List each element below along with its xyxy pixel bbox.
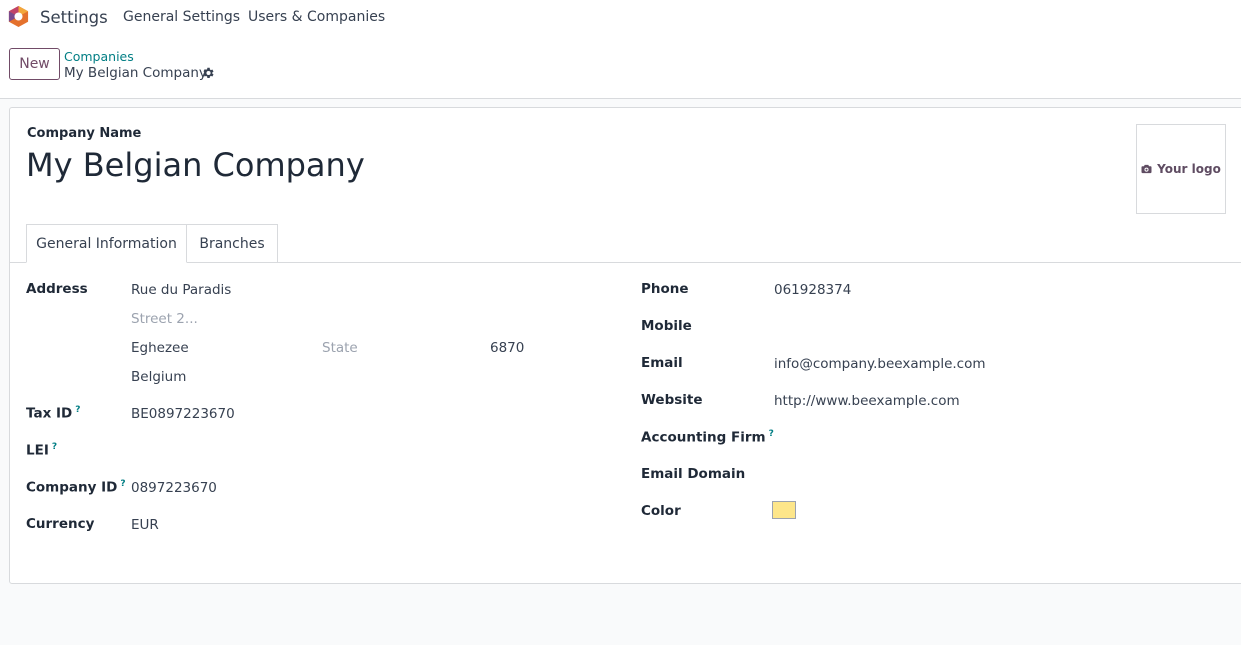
zip-input[interactable]: 6870 [490,340,524,356]
gear-icon[interactable] [201,66,215,80]
control-panel: New Companies My Belgian Company [0,36,1241,99]
city-input[interactable]: Eghezee [131,340,189,356]
lei-label: LEI? [26,442,58,459]
logo-upload[interactable]: Your logo [1136,124,1226,214]
tab-general-information[interactable]: General Information [26,224,187,263]
breadcrumb-current: My Belgian Company [64,65,207,81]
tab-branches[interactable]: Branches [187,224,278,263]
street2-input[interactable]: Street 2... [131,311,198,327]
tax-id-label: Tax ID? [26,405,81,422]
menu-general-settings[interactable]: General Settings [123,9,240,25]
form-sheet: Company Name My Belgian Company Your log… [9,107,1241,584]
company-name-input[interactable]: My Belgian Company [26,146,365,184]
menu-users-companies[interactable]: Users & Companies [248,9,385,25]
website-input[interactable]: http://www.beexample.com [774,393,960,409]
company-name-label: Company Name [27,126,142,141]
company-id-label: Company ID? [26,479,126,496]
odoo-logo-icon[interactable] [7,5,30,28]
lei-help-icon[interactable]: ? [52,442,57,452]
color-picker[interactable] [772,501,796,519]
country-select[interactable]: Belgium [131,369,186,385]
address-label: Address [26,281,88,297]
new-button[interactable]: New [9,48,60,80]
color-label: Color [641,503,681,519]
company-id-input[interactable]: 0897223670 [131,480,217,496]
phone-input[interactable]: 061928374 [774,282,851,298]
currency-label: Currency [26,516,95,532]
email-label: Email [641,355,683,371]
camera-icon [1141,164,1152,174]
tax-id-input[interactable]: BE0897223670 [131,406,235,422]
tax-id-help-icon[interactable]: ? [75,405,80,415]
currency-select[interactable]: EUR [131,517,159,533]
company-id-help-icon[interactable]: ? [120,479,125,489]
logo-placeholder-label: Your logo [1157,162,1221,176]
phone-label: Phone [641,281,689,297]
street-input[interactable]: Rue du Paradis [131,282,231,298]
mobile-label: Mobile [641,318,692,334]
website-label: Website [641,392,703,408]
breadcrumb-companies-link[interactable]: Companies [64,49,134,64]
email-domain-label: Email Domain [641,466,746,482]
app-title[interactable]: Settings [40,8,108,27]
state-select[interactable]: State [322,340,358,356]
accounting-firm-label: Accounting Firm? [641,429,774,446]
top-navbar: Settings General Settings Users & Compan… [0,0,1241,36]
email-input[interactable]: info@company.beexample.com [774,356,986,372]
accounting-firm-help-icon[interactable]: ? [769,429,774,439]
